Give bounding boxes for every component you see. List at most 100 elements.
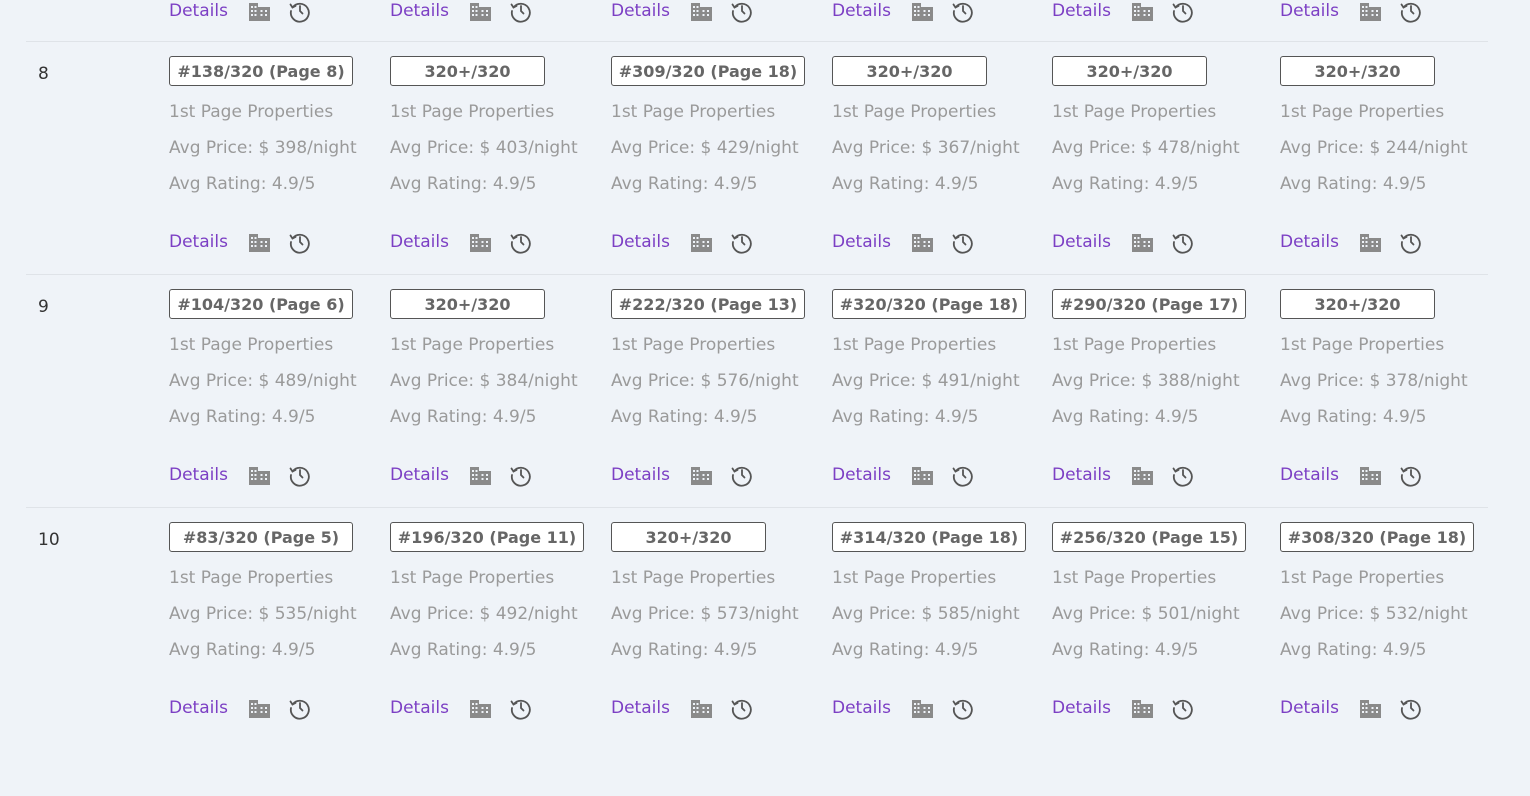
building-icon[interactable] [1131,0,1155,22]
building-icon[interactable] [690,231,714,253]
details-link[interactable]: Details [611,1,670,21]
cell-actions: Details [390,695,533,721]
building-icon[interactable] [248,464,272,486]
clock-history-icon[interactable] [730,696,754,720]
row-divider [26,41,1488,42]
building-icon[interactable] [1359,231,1383,253]
details-link[interactable]: Details [832,232,891,252]
clock-history-icon[interactable] [509,463,533,487]
avg-price: Avg Price: $ 398/night [169,138,357,158]
clock-history-icon[interactable] [509,696,533,720]
table-cell: 320+/320 1st Page Properties Avg Price: $ … [611,522,826,722]
building-icon[interactable] [1131,464,1155,486]
building-icon[interactable] [1359,0,1383,22]
cell-actions: Details [832,229,975,255]
details-link[interactable]: Details [1052,465,1111,485]
clock-history-icon[interactable] [509,0,533,23]
clock-history-icon[interactable] [730,463,754,487]
details-link[interactable]: Details [611,465,670,485]
details-link[interactable]: Details [169,698,228,718]
table-cell: #320/320 (Page 18) 1st Page Properties Avg… [832,289,1047,489]
table-cell: 320+/320 1st Page Properties Avg Price: $ … [832,56,1047,256]
building-icon[interactable] [469,697,493,719]
details-link[interactable]: Details [832,698,891,718]
clock-history-icon[interactable] [951,230,975,254]
details-link[interactable]: Details [1280,232,1339,252]
building-icon[interactable] [1359,464,1383,486]
first-page-label: 1st Page Properties [1280,568,1445,588]
building-icon[interactable] [469,464,493,486]
table-cell: #196/320 (Page 11) 1st Page Properties Avg… [390,522,605,722]
building-icon[interactable] [911,231,935,253]
clock-history-icon[interactable] [288,696,312,720]
cell-actions: Details [390,462,533,488]
clock-history-icon[interactable] [1399,463,1423,487]
avg-rating: Avg Rating: 4.9/5 [611,640,758,660]
clock-history-icon[interactable] [730,230,754,254]
building-icon[interactable] [248,697,272,719]
clock-history-icon[interactable] [951,0,975,23]
building-icon[interactable] [1131,231,1155,253]
rank-badge: 320+/320 [611,522,766,552]
details-link[interactable]: Details [1280,1,1339,21]
building-icon[interactable] [1359,697,1383,719]
rank-badge: #196/320 (Page 11) [390,522,584,552]
details-link[interactable]: Details [390,465,449,485]
building-icon[interactable] [248,0,272,22]
details-link[interactable]: Details [1280,698,1339,718]
clock-history-icon[interactable] [1171,696,1195,720]
building-icon[interactable] [911,464,935,486]
avg-price: Avg Price: $ 532/night [1280,604,1468,624]
avg-rating: Avg Rating: 4.9/5 [390,174,537,194]
clock-history-icon[interactable] [288,463,312,487]
cell-actions: Details [611,695,754,721]
details-link[interactable]: Details [1052,698,1111,718]
details-link[interactable]: Details [169,1,228,21]
building-icon[interactable] [690,697,714,719]
row-number: 8 [38,64,49,84]
details-link[interactable]: Details [1052,1,1111,21]
clock-history-icon[interactable] [1171,0,1195,23]
clock-history-icon[interactable] [730,0,754,23]
clock-history-icon[interactable] [1399,0,1423,23]
details-link[interactable]: Details [169,465,228,485]
building-icon[interactable] [690,0,714,22]
clock-history-icon[interactable] [951,696,975,720]
cell-actions: Details [1280,695,1423,721]
details-link[interactable]: Details [390,1,449,21]
table-cell: #290/320 (Page 17) 1st Page Properties Avg… [1052,289,1267,489]
clock-history-icon[interactable] [288,0,312,23]
building-icon[interactable] [469,0,493,22]
first-page-label: 1st Page Properties [1052,102,1217,122]
avg-price: Avg Price: $ 585/night [832,604,1020,624]
clock-history-icon[interactable] [288,230,312,254]
building-icon[interactable] [911,0,935,22]
details-link[interactable]: Details [390,698,449,718]
avg-rating: Avg Rating: 4.9/5 [169,174,316,194]
details-link[interactable]: Details [390,232,449,252]
cell-actions: Details [832,462,975,488]
building-icon[interactable] [248,231,272,253]
clock-history-icon[interactable] [1171,230,1195,254]
clock-history-icon[interactable] [509,230,533,254]
details-link[interactable]: Details [832,1,891,21]
details-link[interactable]: Details [611,698,670,718]
table-cell: #104/320 (Page 6) 1st Page Properties Avg … [169,289,384,489]
building-icon[interactable] [469,231,493,253]
details-link[interactable]: Details [832,465,891,485]
details-link[interactable]: Details [1280,465,1339,485]
details-link[interactable]: Details [169,232,228,252]
building-icon[interactable] [911,697,935,719]
details-link[interactable]: Details [611,232,670,252]
building-icon[interactable] [690,464,714,486]
first-page-label: 1st Page Properties [1280,335,1445,355]
avg-price: Avg Price: $ 367/night [832,138,1020,158]
clock-history-icon[interactable] [1399,230,1423,254]
rank-badge: #290/320 (Page 17) [1052,289,1246,319]
table-cell: 320+/320 1st Page Properties Avg Price: $ … [1052,56,1267,256]
clock-history-icon[interactable] [1399,696,1423,720]
clock-history-icon[interactable] [1171,463,1195,487]
details-link[interactable]: Details [1052,232,1111,252]
building-icon[interactable] [1131,697,1155,719]
clock-history-icon[interactable] [951,463,975,487]
